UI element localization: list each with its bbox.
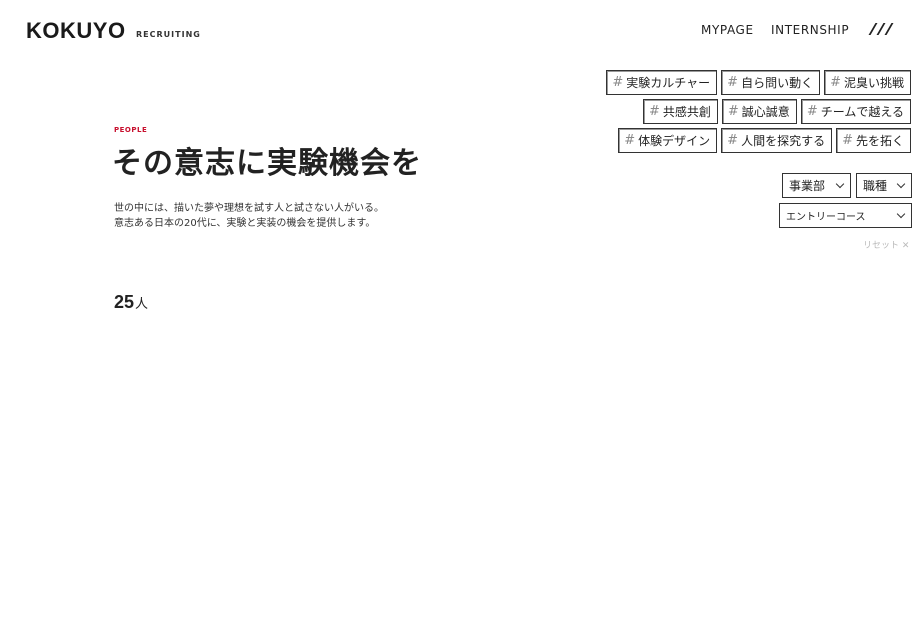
people-count: 25人	[114, 292, 148, 313]
menu-button[interactable]	[868, 20, 896, 38]
tag-filter-group: # 実験カルチャー # 自ら問い動く # 泥臭い挑戦 # 共感共創 # 誠心誠意 # チーム…	[591, 70, 911, 157]
tag-button[interactable]: # 自ら問い動く	[721, 70, 821, 95]
tag-label: 自ら問い動く	[741, 76, 814, 90]
chevron-down-icon	[896, 179, 906, 189]
tag-button[interactable]: # 先を拓く	[836, 128, 911, 153]
section-label: PEOPLE	[114, 126, 148, 134]
tag-row-3: # 体験デザイン # 人間を探究する # 先を拓く	[591, 128, 911, 153]
hash-icon: #	[612, 75, 624, 90]
tag-label: 共感共創	[662, 105, 711, 119]
count-value: 25	[114, 292, 135, 312]
hash-icon: #	[830, 75, 841, 90]
logo-subtitle: RECRUITING	[136, 30, 201, 39]
site-header: KOKUYO RECRUITING MYPAGE INTERNSHIP	[0, 0, 915, 62]
hash-icon: #	[727, 133, 739, 148]
nav-mypage-link[interactable]: MYPAGE	[701, 23, 754, 37]
tag-row-1: # 実験カルチャー # 自ら問い動く # 泥臭い挑戦	[591, 70, 911, 95]
job-type-select-label: 職種	[863, 179, 888, 193]
tag-button[interactable]: # 共感共創	[642, 99, 718, 124]
lead-line-2: 意志ある日本の20代に、実験と実装の機会を提供します。	[114, 218, 376, 229]
tag-button[interactable]: # 体験デザイン	[618, 128, 718, 153]
menu-slash-3	[884, 23, 894, 35]
tag-button[interactable]: # 泥臭い挑戦	[824, 70, 911, 95]
nav-internship-link[interactable]: INTERNSHIP	[771, 23, 849, 37]
page-title: その意志に実験機会を	[112, 146, 422, 181]
lead-line-1: 世の中には、描いた夢や理想を試す人と試さない人がいる。	[114, 203, 384, 214]
hash-icon: #	[727, 75, 739, 90]
kokuyo-logo[interactable]: KOKUYO	[26, 18, 126, 44]
entry-course-select-label: エントリーコース	[786, 212, 866, 223]
hash-icon: #	[648, 104, 660, 119]
hash-icon: #	[624, 133, 636, 148]
hash-icon: #	[727, 104, 739, 119]
tag-button[interactable]: # 人間を探究する	[721, 128, 833, 153]
tag-label: 誠心誠意	[741, 105, 790, 119]
count-unit: 人	[135, 296, 149, 311]
lead-text: 世の中には、描いた夢や理想を試す人と試さない人がいる。 意志ある日本の20代に、…	[114, 201, 384, 231]
tag-label: 先を拓く	[855, 134, 904, 148]
department-select-label: 事業部	[789, 179, 826, 193]
entry-course-select[interactable]: エントリーコース	[779, 203, 912, 228]
reset-button[interactable]: リセット ✕	[863, 238, 909, 251]
tag-label: 体験デザイン	[638, 134, 711, 148]
tag-label: 実験カルチャー	[626, 76, 711, 90]
tag-button[interactable]: # 実験カルチャー	[606, 70, 718, 95]
tag-label: 泥臭い挑戦	[843, 76, 904, 90]
hash-icon: #	[842, 133, 853, 148]
tag-label: チームで越える	[820, 105, 904, 119]
hash-icon: #	[806, 104, 818, 119]
tag-button[interactable]: # チームで越える	[800, 99, 911, 124]
tag-button[interactable]: # 誠心誠意	[721, 99, 797, 124]
chevron-down-icon	[896, 209, 906, 219]
tag-row-2: # 共感共創 # 誠心誠意 # チームで越える	[591, 99, 911, 124]
job-type-select[interactable]: 職種	[856, 173, 912, 198]
department-select[interactable]: 事業部	[782, 173, 851, 198]
tag-label: 人間を探究する	[741, 134, 826, 148]
chevron-down-icon	[835, 179, 845, 189]
